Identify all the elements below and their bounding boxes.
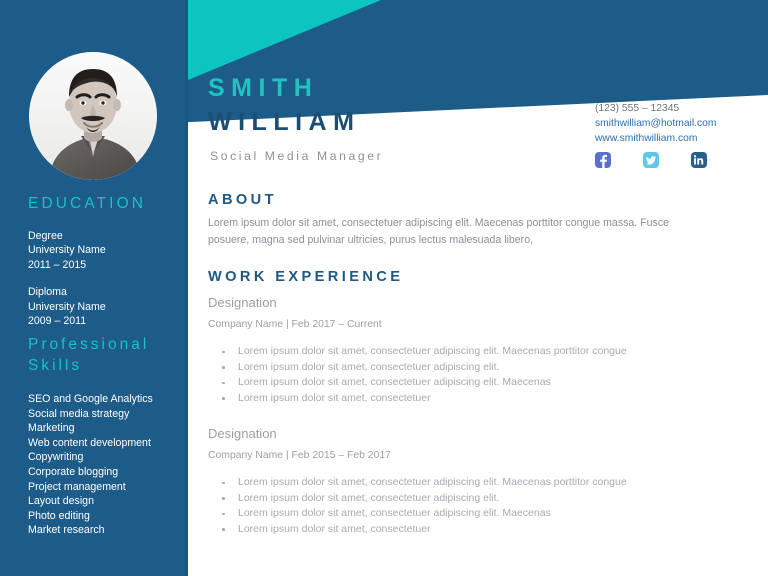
skill-item: Marketing — [28, 422, 75, 435]
email-link[interactable]: smithwilliam@hotmail.com — [595, 116, 765, 131]
job-bullet: Lorem ipsum dolor sit amet, consectetuer… — [208, 506, 728, 522]
job-bullet: Lorem ipsum dolor sit amet, consectetuer… — [208, 475, 728, 491]
facebook-icon[interactable] — [595, 152, 611, 173]
job-bullet: Lorem ipsum dolor sit amet, consectetuer… — [208, 491, 728, 507]
skill-item: Copywriting — [28, 451, 84, 464]
job-bullet: Lorem ipsum dolor sit amet, consectetuer — [208, 391, 728, 407]
job-bullet-list: Lorem ipsum dolor sit amet, consectetuer… — [208, 475, 728, 537]
job-title: Social Media Manager — [210, 149, 384, 163]
education-degree: Diploma — [28, 286, 67, 299]
education-years: 2011 – 2015 — [28, 258, 87, 271]
education-heading: EDUCATION — [28, 195, 147, 212]
skills-list: SEO and Google Analytics Social media st… — [28, 392, 184, 538]
skill-item: Layout design — [28, 495, 94, 508]
job-bullet: Lorem ipsum dolor sit amet, consectetuer… — [208, 344, 728, 360]
avatar-portrait — [29, 52, 157, 180]
contact-block: (123) 555 – 12345 smithwilliam@hotmail.c… — [595, 101, 765, 173]
education-university: University Name — [28, 300, 106, 313]
social-links — [595, 152, 765, 173]
education-years: 2009 – 2011 — [28, 315, 87, 328]
skills-section: Professional Skills SEO and Google Analy… — [28, 334, 184, 538]
skill-item: Corporate blogging — [28, 465, 119, 478]
last-name: WILLIAM — [208, 108, 361, 136]
education-degree: Degree — [28, 230, 63, 242]
education-university: University Name — [28, 244, 106, 257]
skill-item: Market research — [28, 524, 105, 537]
work-entry: Designation Company Name | Feb 2015 – Fe… — [208, 425, 728, 537]
first-name: SMITH — [208, 74, 319, 102]
skill-item: Project management — [28, 480, 126, 493]
skill-item: Photo editing — [28, 509, 90, 522]
job-company-and-dates: Company Name | Feb 2015 – Feb 2017 — [208, 450, 391, 461]
job-designation: Designation — [208, 426, 277, 441]
twitter-icon[interactable] — [643, 152, 659, 173]
linkedin-icon[interactable] — [691, 152, 707, 173]
skill-item: Social media strategy — [28, 407, 130, 420]
education-section: EDUCATION Degree University Name 2011 – … — [28, 193, 184, 328]
avatar — [29, 52, 157, 180]
education-entry: Degree University Name 2011 – 2015 — [28, 229, 184, 272]
main-content: SMITH WILLIAM Social Media Manager ABOUT… — [208, 0, 768, 576]
job-company-and-dates: Company Name | Feb 2017 – Current — [208, 319, 382, 330]
job-bullet: Lorem ipsum dolor sit amet, consectetuer… — [208, 360, 728, 376]
phone-number: (123) 555 – 12345 — [595, 103, 680, 114]
job-bullet: Lorem ipsum dolor sit amet, consectetuer — [208, 522, 728, 538]
skill-item: SEO and Google Analytics — [28, 393, 153, 405]
work-experience-heading: WORK EXPERIENCE — [208, 269, 404, 285]
resume-page: EDUCATION Degree University Name 2011 – … — [0, 0, 768, 576]
job-designation: Designation — [208, 295, 277, 310]
education-entry: Diploma University Name 2009 – 2011 — [28, 285, 184, 328]
skill-item: Web content development — [28, 436, 151, 449]
work-entry: Designation Company Name | Feb 2017 – Cu… — [208, 294, 728, 406]
website-link[interactable]: www.smithwilliam.com — [595, 131, 765, 146]
skills-heading: Professional Skills — [28, 336, 150, 374]
job-bullet: Lorem ipsum dolor sit amet, consectetuer… — [208, 375, 728, 391]
job-bullet-list: Lorem ipsum dolor sit amet, consectetuer… — [208, 344, 728, 406]
about-body: Lorem ipsum dolor sit amet, consectetuer… — [208, 217, 670, 246]
about-heading: ABOUT — [208, 192, 277, 208]
